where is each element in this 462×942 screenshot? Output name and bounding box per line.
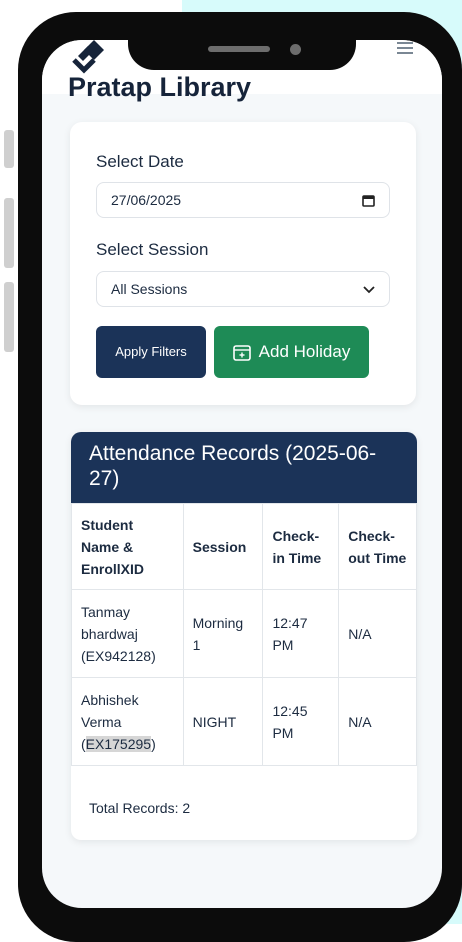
table-row: Tanmay bhardwaj (EX942128) Morning 1 12:4…: [71, 589, 417, 678]
date-input[interactable]: 27/06/2025: [96, 182, 390, 218]
student-cell: Tanmay bhardwaj (EX942128): [71, 589, 184, 678]
checkin-cell: 12:47 PM: [262, 589, 340, 678]
table-header-row: Student Name & EnrollXID Session Check-i…: [71, 503, 417, 590]
session-select[interactable]: All Sessions: [96, 271, 390, 307]
add-holiday-label: Add Holiday: [258, 342, 351, 361]
checkin-cell: 12:45 PM: [262, 677, 340, 766]
side-button-volume-up: [4, 198, 14, 268]
session-label: Select Session: [96, 240, 209, 259]
date-label: Select Date: [96, 152, 184, 171]
date-value: 27/06/2025: [111, 192, 182, 208]
attendance-records-card: Attendance Records (2025-06-27) Student …: [71, 432, 417, 840]
column-header-checkin: Check-in Time: [262, 503, 340, 590]
table-row: Abhishek Verma (EX175295) NIGHT 12:45 PM …: [71, 677, 417, 766]
session-cell: NIGHT: [182, 677, 264, 766]
enroll-id: EX942128: [85, 647, 152, 664]
phone-frame: Pratap Library Select Date 27/06/2025 Se…: [18, 12, 462, 942]
session-value: All Sessions: [111, 281, 188, 297]
checkout-cell: N/A: [338, 589, 417, 678]
page-title: Pratap Library: [68, 72, 252, 102]
chevron-down-icon: [363, 272, 375, 306]
side-button-volume-down: [4, 282, 14, 352]
student-name: Abhishek Verma: [81, 691, 139, 730]
diamond-logo-icon[interactable]: [70, 40, 110, 74]
apply-filters-button[interactable]: Apply Filters: [96, 326, 206, 378]
attendance-table: Student Name & EnrollXID Session Check-i…: [71, 503, 417, 766]
add-holiday-button[interactable]: Add Holiday: [214, 326, 369, 378]
filter-card: Select Date 27/06/2025 Select Session Al…: [70, 122, 416, 405]
column-header-checkout: Check-out Time: [338, 503, 417, 590]
student-cell: Abhishek Verma (EX175295): [71, 677, 184, 766]
side-button-mute: [4, 130, 14, 168]
records-title: Attendance Records (2025-06-27): [71, 432, 417, 503]
hamburger-menu-icon[interactable]: [397, 40, 415, 56]
calendar-icon[interactable]: [362, 183, 375, 217]
phone-screen: Pratap Library Select Date 27/06/2025 Se…: [42, 40, 442, 908]
total-records: Total Records: 2: [89, 800, 191, 816]
front-camera: [290, 44, 301, 55]
phone-notch: [128, 12, 356, 70]
calendar-add-icon: [232, 344, 251, 361]
enroll-id: EX175295: [85, 735, 152, 752]
checkout-cell: N/A: [338, 677, 417, 766]
column-header-session: Session: [182, 503, 264, 590]
speaker-grille: [208, 46, 270, 52]
session-cell: Morning 1: [182, 589, 264, 678]
column-header-student: Student Name & EnrollXID: [71, 503, 184, 590]
student-name: Tanmay bhardwaj: [81, 603, 138, 642]
